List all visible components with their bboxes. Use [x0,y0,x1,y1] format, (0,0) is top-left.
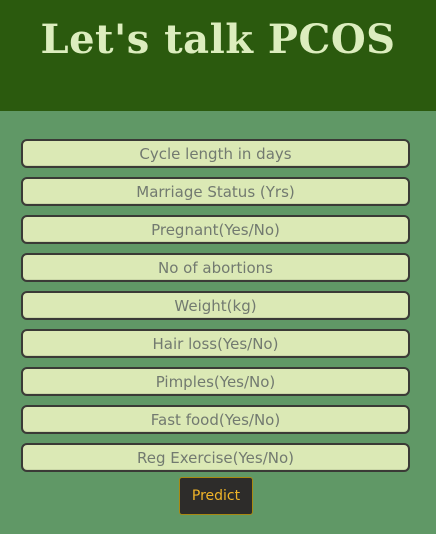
pregnant-input[interactable] [21,215,410,244]
cycle-length-input[interactable] [21,139,410,168]
pcos-prediction-form: Predict [0,0,436,534]
abortions-input[interactable] [21,253,410,282]
marriage-status-input[interactable] [21,177,410,206]
hair-loss-input[interactable] [21,329,410,358]
predict-button[interactable]: Predict [179,477,253,515]
weight-input[interactable] [21,291,410,320]
fast-food-input[interactable] [21,405,410,434]
regular-exercise-input[interactable] [21,443,410,472]
pimples-input[interactable] [21,367,410,396]
